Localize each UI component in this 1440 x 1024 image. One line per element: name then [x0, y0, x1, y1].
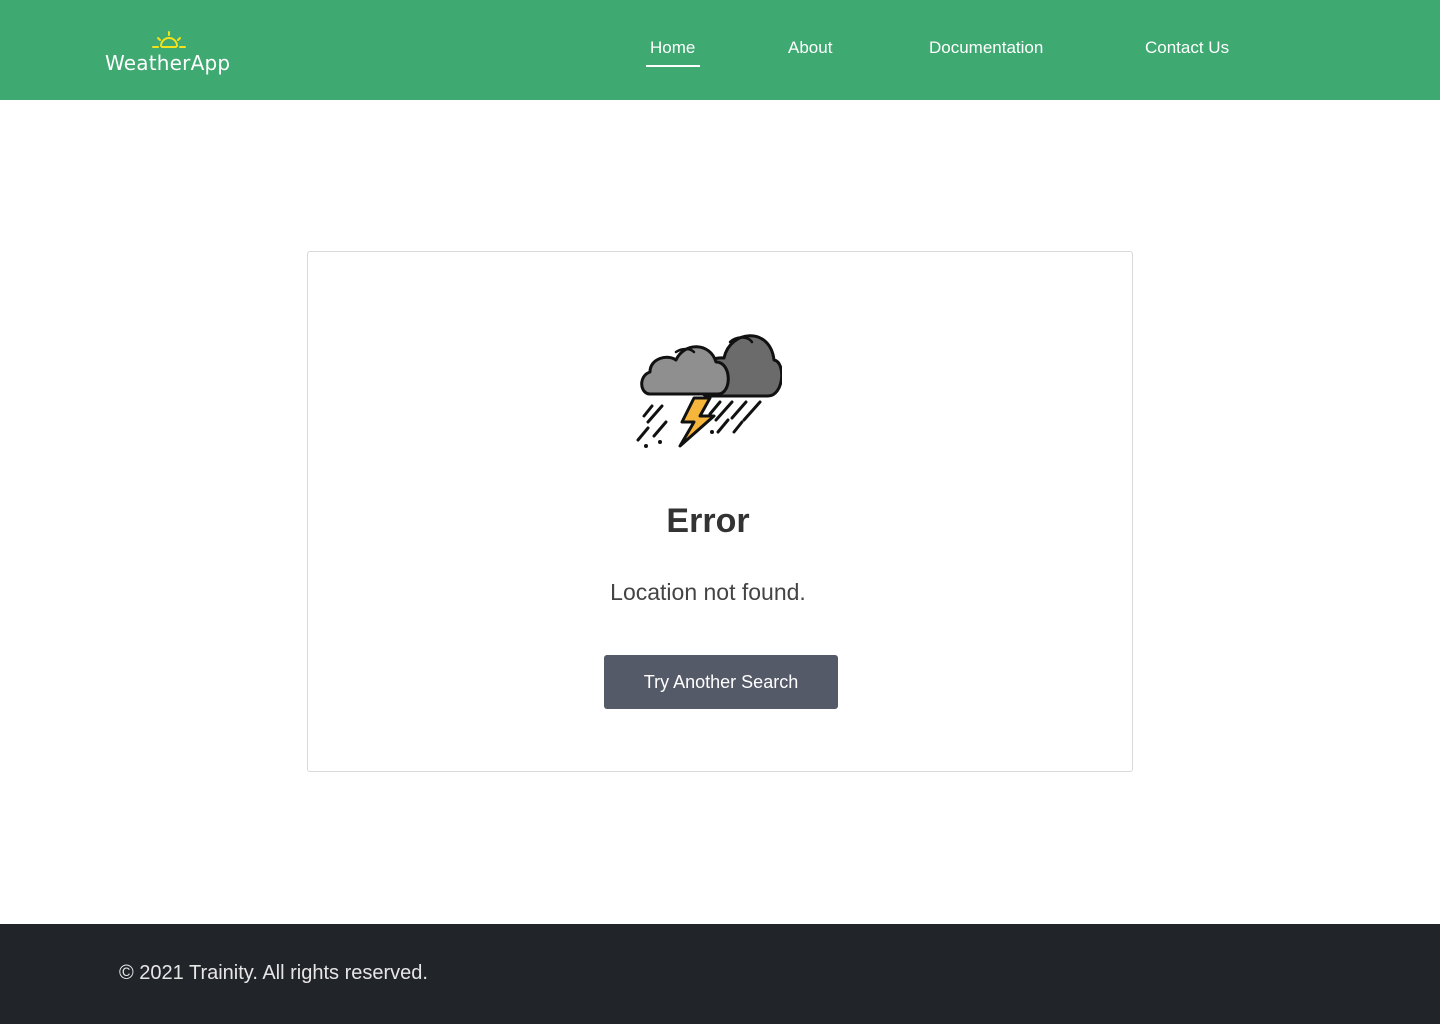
top-navbar: WeatherApp Home About Documentation Cont… — [0, 0, 1440, 100]
error-title: Error — [666, 502, 750, 540]
copyright-text: © 2021 Trainity. All rights reserved. — [119, 962, 428, 984]
error-card: Error Location not found. Try Another Se… — [307, 251, 1133, 772]
nav-contact-us[interactable]: Contact Us — [1145, 38, 1229, 58]
nav-home[interactable]: Home — [645, 38, 701, 67]
nav-documentation[interactable]: Documentation — [929, 38, 1043, 58]
try-another-search-button[interactable]: Try Another Search — [604, 655, 838, 709]
error-message: Location not found. — [610, 579, 806, 605]
sunrise-icon — [152, 31, 186, 48]
app-logo[interactable]: WeatherApp — [104, 30, 234, 80]
app-name: WeatherApp — [105, 51, 231, 75]
footer: © 2021 Trainity. All rights reserved. — [0, 924, 1440, 1024]
nav-about[interactable]: About — [788, 38, 832, 58]
thunderstorm-icon — [636, 334, 782, 448]
